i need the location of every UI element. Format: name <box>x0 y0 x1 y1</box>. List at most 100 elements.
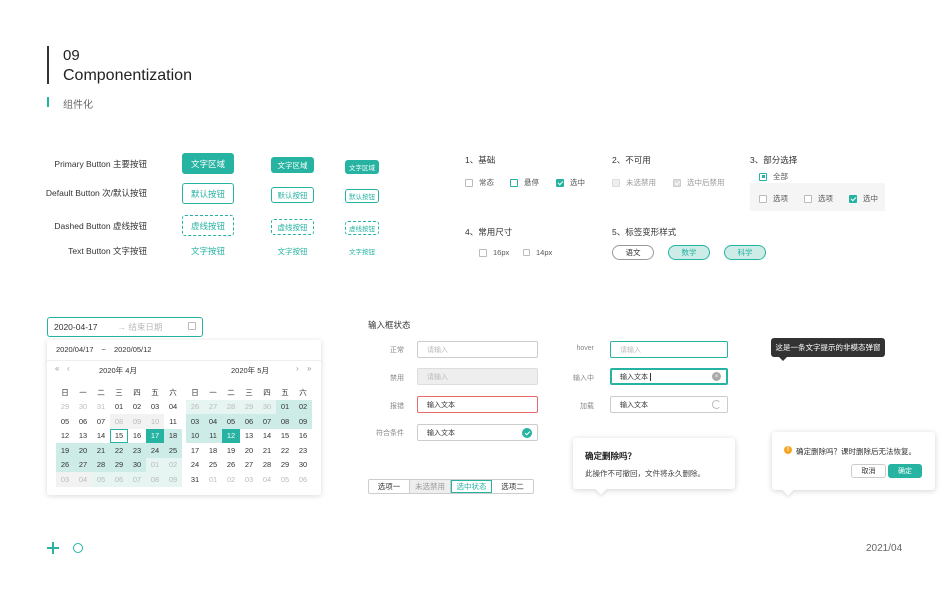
calendar-day[interactable]: 22 <box>276 443 294 458</box>
tag-chinese[interactable]: 语文 <box>612 245 654 260</box>
calendar-day[interactable]: 27 <box>240 458 258 473</box>
tag-science[interactable]: 科学 <box>724 245 766 260</box>
calendar-day[interactable]: 11 <box>204 428 222 443</box>
ok-button[interactable]: 确定 <box>888 464 922 478</box>
calendar-day[interactable]: 30 <box>294 458 312 473</box>
calendar-day[interactable]: 14 <box>92 429 110 444</box>
calendar-day[interactable]: 01 <box>146 457 164 472</box>
checkbox-size-14[interactable]: 14px <box>523 248 552 257</box>
calendar-day[interactable]: 10 <box>146 414 164 429</box>
calendar-day[interactable]: 09 <box>128 414 146 429</box>
calendar-day[interactable]: 11 <box>164 414 182 429</box>
calendar-day[interactable]: 30 <box>258 399 276 414</box>
calendar-day[interactable]: 03 <box>240 472 258 487</box>
checkbox-hover[interactable]: 悬停 <box>510 177 539 188</box>
checkbox-option-2[interactable]: 选项 <box>804 193 833 204</box>
input-loading[interactable]: 输入文本 <box>610 396 728 413</box>
calendar-day[interactable]: 30 <box>74 400 92 415</box>
calendar-day[interactable]: 25 <box>164 443 182 458</box>
calendar-day[interactable]: 02 <box>294 399 312 414</box>
calendar-day[interactable]: 27 <box>204 399 222 414</box>
calendar-day[interactable]: 24 <box>186 458 204 473</box>
calendar-day[interactable]: 17 <box>186 443 204 458</box>
input-typing[interactable]: 输入文本 × <box>610 368 728 385</box>
calendar-day[interactable]: 08 <box>276 414 294 429</box>
clear-icon[interactable]: × <box>712 372 721 381</box>
calendar-day[interactable]: 21 <box>92 443 110 458</box>
text-button-small[interactable]: 文字按钮 <box>345 243 379 259</box>
calendar-day[interactable]: 19 <box>222 443 240 458</box>
primary-button-medium[interactable]: 文字区域 <box>271 157 314 173</box>
calendar-day[interactable]: 16 <box>128 429 146 444</box>
calendar-day[interactable]: 02 <box>128 400 146 415</box>
calendar-day[interactable]: 13 <box>74 429 92 444</box>
dashed-button-large[interactable]: 虚线按钮 <box>182 215 234 236</box>
calendar-day[interactable]: 03 <box>56 472 74 487</box>
dashed-button-small[interactable]: 虚线按钮 <box>345 221 379 235</box>
calendar-day[interactable]: 01 <box>204 472 222 487</box>
calendar-day[interactable]: 04 <box>164 400 182 415</box>
calendar-day[interactable]: 04 <box>204 414 222 429</box>
calendar-day[interactable]: 02 <box>164 457 182 472</box>
calendar-day[interactable]: 05 <box>56 414 74 429</box>
calendar-day[interactable]: 06 <box>240 414 258 429</box>
calendar-day[interactable]: 28 <box>222 399 240 414</box>
calendar-day[interactable]: 21 <box>258 443 276 458</box>
calendar-day[interactable]: 08 <box>110 414 128 429</box>
calendar-day[interactable]: 04 <box>258 472 276 487</box>
calendar-day[interactable]: 30 <box>128 457 146 472</box>
input-valid[interactable]: 输入文本 <box>417 424 538 441</box>
calendar-day[interactable]: 03 <box>186 414 204 429</box>
calendar-day[interactable]: 12 <box>222 428 240 443</box>
calendar-day[interactable]: 10 <box>186 428 204 443</box>
calendar-day[interactable]: 18 <box>164 428 182 443</box>
checkbox-size-16[interactable]: 16px <box>479 248 509 257</box>
checkbox-option-1[interactable]: 选项 <box>759 193 788 204</box>
text-button-medium[interactable]: 文字按钮 <box>271 243 314 259</box>
calendar-day[interactable]: 05 <box>276 472 294 487</box>
segment-option-2[interactable]: 选项二 <box>492 480 533 493</box>
calendar-day[interactable]: 06 <box>110 472 128 487</box>
calendar-day[interactable]: 27 <box>74 457 92 472</box>
text-button-large[interactable]: 文字按钮 <box>182 243 234 259</box>
calendar-day[interactable]: 26 <box>56 457 74 472</box>
calendar-day[interactable]: 08 <box>146 472 164 487</box>
default-button-small[interactable]: 默认按钮 <box>345 189 379 203</box>
primary-button-large[interactable]: 文字区域 <box>182 153 234 174</box>
calendar-day[interactable]: 01 <box>110 400 128 415</box>
calendar-day[interactable]: 03 <box>146 400 164 415</box>
calendar-day[interactable]: 25 <box>204 458 222 473</box>
checkbox-all-partial[interactable]: 全部 <box>759 171 788 182</box>
calendar-day[interactable]: 26 <box>222 458 240 473</box>
calendar-day[interactable]: 15 <box>110 428 128 443</box>
calendar-day[interactable]: 20 <box>74 443 92 458</box>
calendar-day[interactable]: 31 <box>186 472 204 487</box>
calendar-day[interactable]: 20 <box>240 443 258 458</box>
calendar-day[interactable]: 07 <box>258 414 276 429</box>
calendar-day[interactable]: 04 <box>74 472 92 487</box>
default-button-large[interactable]: 默认按钮 <box>182 183 234 204</box>
checkbox-normal[interactable]: 常态 <box>465 177 494 188</box>
calendar-day[interactable]: 29 <box>240 399 258 414</box>
calendar-day[interactable]: 22 <box>110 443 128 458</box>
calendar-day[interactable]: 09 <box>164 472 182 487</box>
calendar-day[interactable]: 26 <box>186 399 204 414</box>
calendar-day[interactable]: 28 <box>92 457 110 472</box>
cancel-button[interactable]: 取消 <box>851 464 886 478</box>
date-range-input[interactable]: 2020-04-17 → 结束日期 <box>47 317 203 337</box>
calendar-day[interactable]: 19 <box>56 443 74 458</box>
calendar-day[interactable]: 23 <box>128 443 146 458</box>
calendar-day[interactable]: 16 <box>294 429 312 444</box>
prev-year-icon[interactable]: « <box>55 364 59 373</box>
calendar-day[interactable]: 28 <box>258 458 276 473</box>
checkbox-checked[interactable]: 选中 <box>556 177 585 188</box>
default-button-medium[interactable]: 默认按钮 <box>271 187 314 203</box>
tag-math[interactable]: 数学 <box>668 245 710 260</box>
calendar-day[interactable]: 13 <box>240 429 258 444</box>
calendar-day[interactable]: 06 <box>74 414 92 429</box>
calendar-day[interactable]: 12 <box>56 429 74 444</box>
calendar-day[interactable]: 15 <box>276 429 294 444</box>
calendar-day[interactable]: 01 <box>276 399 294 414</box>
calendar-day[interactable]: 31 <box>92 400 110 415</box>
calendar-day[interactable]: 05 <box>92 472 110 487</box>
